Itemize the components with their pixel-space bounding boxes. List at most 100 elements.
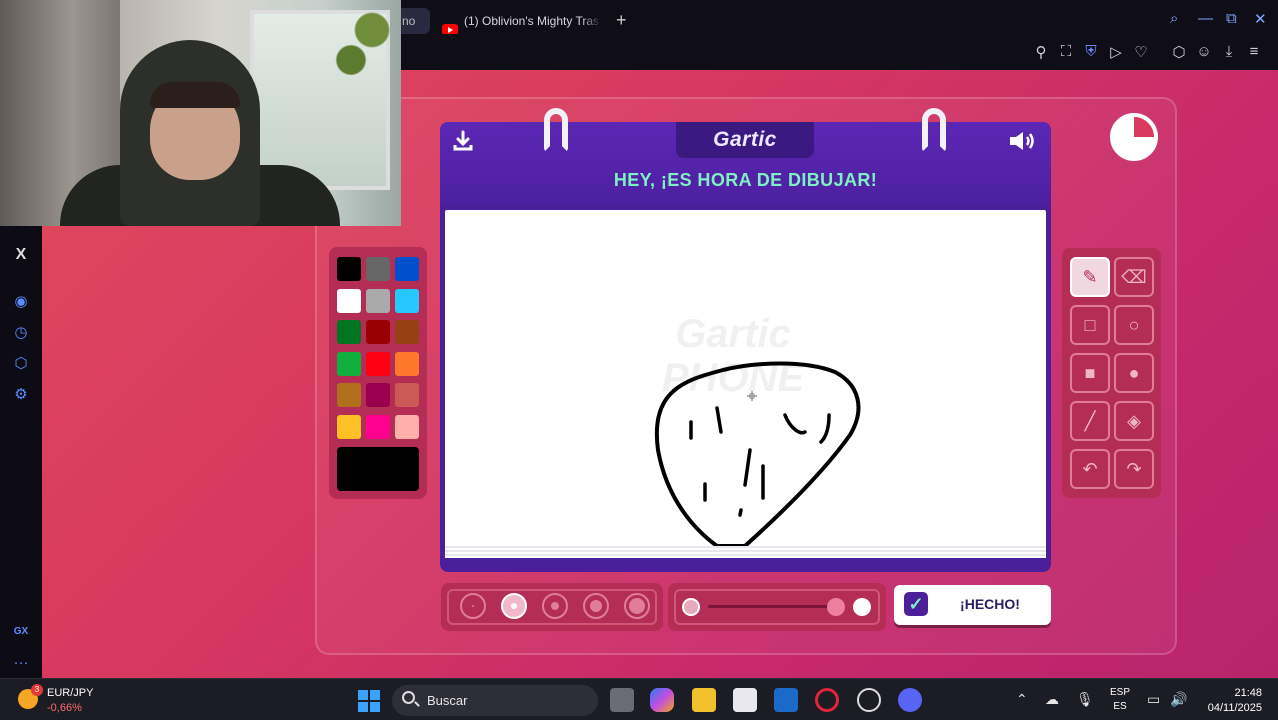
heart-icon[interactable]: ♡	[1132, 43, 1150, 61]
binder-ring-left	[544, 108, 568, 152]
pencil-icon[interactable]: ✎	[1070, 257, 1110, 297]
rectangle-filled-icon[interactable]: ■	[1070, 353, 1110, 393]
language-indicator[interactable]: ESP ES	[1110, 686, 1130, 714]
circle-outline-icon[interactable]: ○	[1114, 305, 1154, 345]
search-placeholder: Buscar	[427, 693, 468, 708]
settings-icon[interactable]: ⚙	[0, 385, 42, 403]
color-swatch[interactable]	[366, 383, 390, 407]
onedrive-icon[interactable]: ☁	[1045, 691, 1059, 708]
color-swatch[interactable]	[395, 288, 419, 313]
color-swatch[interactable]	[395, 383, 419, 407]
minimize-icon[interactable]: —	[1198, 10, 1213, 27]
color-swatch[interactable]	[395, 257, 419, 281]
taskbar-search[interactable]: Buscar	[392, 685, 598, 716]
clock-time: 21:48	[1234, 687, 1262, 699]
sound-icon[interactable]	[1008, 130, 1038, 158]
new-tab-button[interactable]: +	[616, 10, 627, 30]
x-icon[interactable]: X	[0, 246, 42, 264]
discord-icon[interactable]	[898, 688, 922, 712]
eraser-icon[interactable]: ⌫	[1114, 257, 1154, 297]
shield-icon[interactable]: ⛨	[1082, 43, 1100, 60]
player-icon[interactable]: ◉	[0, 292, 42, 310]
color-swatch[interactable]	[395, 414, 419, 439]
draw-prompt: HEY, ¡ES HORA DE DIBUJAR!	[613, 170, 878, 190]
chrome-icon[interactable]	[857, 688, 881, 712]
color-swatch[interactable]	[337, 320, 361, 344]
clock[interactable]: 21:48 04/11/2025	[1196, 686, 1262, 716]
color-swatch[interactable]	[366, 257, 390, 281]
store-icon[interactable]	[733, 688, 757, 712]
color-swatch[interactable]	[395, 320, 419, 344]
line-icon[interactable]: ╱	[1070, 401, 1110, 441]
color-swatch[interactable]	[337, 383, 361, 407]
browser-sidebar: X ◉ ◷ ⬡ ⚙ GX ···	[0, 226, 42, 678]
outlook-icon[interactable]	[774, 688, 798, 712]
account-icon[interactable]: ☺	[1195, 43, 1213, 60]
extensions-icon[interactable]: ⬡	[1170, 43, 1188, 61]
opacity-min-icon	[682, 598, 700, 616]
restore-icon[interactable]: ⧉	[1226, 10, 1237, 27]
ticker-badge: 3	[31, 684, 43, 696]
drawing-canvas[interactable]: Gartic PHONE	[445, 210, 1046, 554]
copilot-icon[interactable]	[650, 688, 674, 712]
circle-filled-icon[interactable]: ●	[1114, 353, 1154, 393]
undo-icon[interactable]: ↶	[1070, 449, 1110, 489]
color-swatch[interactable]	[337, 414, 361, 439]
color-swatch[interactable]	[337, 288, 361, 313]
rectangle-outline-icon[interactable]: □	[1070, 305, 1110, 345]
brush-size-selector	[441, 583, 663, 631]
language-code: ESP	[1110, 687, 1131, 698]
file-explorer-icon[interactable]	[692, 688, 716, 712]
drawing-pad: Gartic HEY, ¡ES HORA DE DIBUJAR! Gartic …	[440, 108, 1051, 572]
brush-size-5[interactable]	[624, 593, 650, 619]
opacity-handle[interactable]	[827, 598, 845, 616]
fill-bucket-icon[interactable]: ◈	[1114, 401, 1154, 441]
search-icon	[402, 691, 415, 704]
screenshot-icon[interactable]: ⛶	[1057, 43, 1075, 60]
microphone-icon[interactable]: 🎙	[1076, 691, 1094, 708]
sidebar-more-icon[interactable]: ···	[0, 654, 42, 671]
current-color-preview	[337, 447, 419, 491]
brush-size-4[interactable]	[583, 593, 609, 619]
download-icon[interactable]: ⤓	[1220, 43, 1238, 60]
tray-chevron-icon[interactable]: ⌃	[1016, 691, 1028, 708]
color-swatch[interactable]	[366, 320, 390, 344]
volume-icon[interactable]: 🔊	[1170, 691, 1187, 708]
clock-date: 04/11/2025	[1207, 702, 1262, 714]
play-icon[interactable]: ▷	[1107, 43, 1125, 61]
brush-size-1[interactable]	[460, 593, 486, 619]
search-tabs-icon[interactable]: ⌕	[1170, 10, 1178, 27]
extensions-icon[interactable]: ⬡	[0, 354, 42, 372]
tab-youtube[interactable]: (1) Oblivion's Mighty Tras	[436, 8, 606, 34]
color-swatch[interactable]	[366, 288, 390, 313]
brush-size-2[interactable]	[501, 593, 527, 619]
opacity-max-icon	[853, 598, 871, 616]
network-icon[interactable]: ▭	[1147, 691, 1160, 708]
pad-pages-edge	[445, 546, 1046, 558]
brush-size-3[interactable]	[542, 593, 568, 619]
color-swatch[interactable]	[337, 351, 361, 376]
history-icon[interactable]: ◷	[0, 323, 42, 341]
tab-partial[interactable]: no	[400, 8, 430, 34]
pad-header: Gartic HEY, ¡ES HORA DE DIBUJAR!	[440, 122, 1051, 204]
color-swatch[interactable]	[395, 351, 419, 376]
color-swatch[interactable]	[366, 351, 390, 376]
menu-icon[interactable]: ≡	[1245, 43, 1263, 60]
done-button[interactable]: ✓ ¡HECHO!	[894, 585, 1051, 625]
opacity-track[interactable]	[708, 605, 838, 608]
gartic-logo: Gartic	[713, 128, 777, 151]
ticker-name[interactable]: EUR/JPY	[47, 687, 93, 699]
download-drawing-icon[interactable]	[452, 130, 474, 158]
gx-corner-label[interactable]: GX	[0, 626, 42, 637]
opacity-slider[interactable]	[668, 583, 886, 631]
pin-icon[interactable]: ⚲	[1032, 43, 1050, 61]
drawing-strokes	[654, 361, 861, 548]
windows-start-icon[interactable]	[358, 690, 380, 712]
redo-icon[interactable]: ↷	[1114, 449, 1154, 489]
color-swatch[interactable]	[366, 414, 390, 439]
color-palette	[329, 247, 427, 499]
task-view-icon[interactable]	[610, 688, 634, 712]
opera-gx-icon[interactable]	[815, 688, 839, 712]
color-swatch[interactable]	[337, 257, 361, 281]
close-icon[interactable]: ✕	[1254, 10, 1267, 28]
